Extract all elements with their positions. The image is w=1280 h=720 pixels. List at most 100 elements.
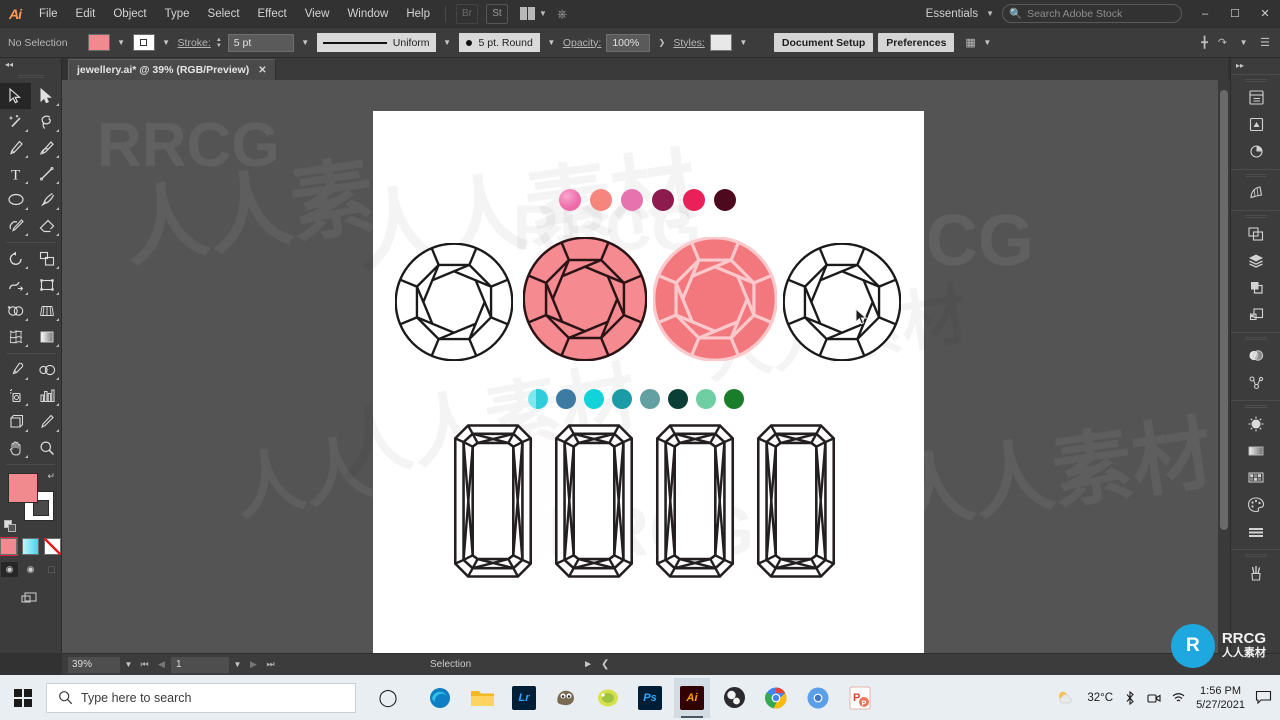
panel-group-1-grip[interactable]	[1231, 79, 1280, 82]
menu-help[interactable]: Help	[397, 0, 439, 28]
emerald-gem-3[interactable]	[655, 421, 735, 586]
fill-indicator-swatch[interactable]	[8, 473, 38, 503]
taskbar-file-explorer[interactable]	[464, 678, 500, 718]
next-artboard-icon[interactable]: ▶	[246, 659, 261, 670]
status-play-icon[interactable]: ►	[583, 659, 593, 670]
gradient-tool[interactable]	[31, 324, 62, 350]
scale-tool[interactable]	[31, 246, 62, 272]
swatches-panel-icon[interactable]	[1231, 464, 1280, 491]
taskbar-chrome[interactable]	[758, 678, 794, 718]
window-minimize-button[interactable]: –	[1190, 0, 1220, 28]
layers-panel-icon[interactable]	[1231, 247, 1280, 274]
round-gem-outline[interactable]	[394, 242, 514, 366]
panel-group-4-grip[interactable]	[1231, 337, 1280, 340]
direct-selection-tool[interactable]	[31, 83, 62, 109]
brush-chevron-down-icon[interactable]: ▼	[545, 38, 558, 47]
edit-toolbar-button[interactable]	[0, 589, 61, 605]
teal-swatch-1[interactable]	[556, 389, 576, 409]
taskbar-photoshop[interactable]: Ps	[632, 678, 668, 718]
emerald-gem-2[interactable]	[554, 421, 634, 586]
action-center-icon[interactable]	[1255, 690, 1272, 705]
taskbar-search-input[interactable]: Type here to search	[46, 682, 356, 713]
arrange-chevron-down-icon[interactable]: ▼	[539, 9, 547, 18]
eraser-tool[interactable]	[31, 213, 62, 239]
color-panel-icon[interactable]	[1231, 491, 1280, 518]
hand-tool[interactable]	[0, 435, 31, 461]
graphic-style-swatch[interactable]	[709, 34, 732, 51]
opacity-expand-icon[interactable]: ❯	[655, 38, 668, 47]
bluetooth-icon[interactable]	[1123, 690, 1137, 705]
zoom-tool[interactable]	[31, 435, 62, 461]
brush-libraries-panel-icon[interactable]	[1231, 559, 1280, 586]
pink-swatch-0[interactable]	[559, 189, 581, 211]
stroke-profile-select[interactable]: Uniform	[316, 33, 436, 52]
round-gem-pink-dark-stroke[interactable]	[522, 236, 648, 366]
teal-swatch-0[interactable]	[528, 389, 548, 409]
width-tool[interactable]	[0, 272, 31, 298]
fill-color-swatch[interactable]	[87, 34, 110, 51]
align-grid-icon[interactable]: ╋	[1201, 36, 1208, 49]
column-graph-tool[interactable]	[31, 383, 62, 409]
panel-group-3-grip[interactable]	[1231, 215, 1280, 218]
taskbar-clock[interactable]: 1:56 PM 5/27/2021	[1196, 684, 1245, 712]
panel-group-5-grip[interactable]	[1231, 405, 1280, 408]
taskbar-lightroom[interactable]: Lr	[506, 678, 542, 718]
artboard[interactable]: 人人素材 RRCG 人人素材 RRCG 人人素材	[329, 111, 972, 653]
cortana-button[interactable]: ◯	[370, 678, 406, 718]
menu-effect[interactable]: Effect	[249, 0, 296, 28]
vertical-scrollbar[interactable]	[1218, 80, 1230, 653]
teal-swatch-7[interactable]	[724, 389, 744, 409]
gradient-mode-button[interactable]	[22, 538, 39, 555]
teal-palette-row[interactable]	[528, 389, 744, 409]
toolbar-grip[interactable]	[0, 75, 61, 83]
pink-swatch-1[interactable]	[590, 189, 612, 211]
menu-view[interactable]: View	[296, 0, 339, 28]
teal-swatch-5[interactable]	[668, 389, 688, 409]
fullscreen-menu-mode-button[interactable]: ◉	[22, 562, 39, 577]
status-nav-icons[interactable]: ► ❮	[583, 659, 609, 670]
none-mode-button[interactable]	[44, 538, 61, 555]
teal-swatch-3[interactable]	[612, 389, 632, 409]
menu-window[interactable]: Window	[338, 0, 397, 28]
stroke-stepper[interactable]: ▲ ▼	[216, 37, 222, 49]
magic-wand-tool[interactable]	[0, 109, 31, 135]
emerald-gem-4[interactable]	[756, 421, 836, 586]
close-icon[interactable]: ✕	[258, 65, 266, 76]
opacity-input[interactable]: 100%	[606, 33, 651, 52]
panel-group-6-grip[interactable]	[1231, 554, 1280, 557]
previous-artboard-icon[interactable]: ◀	[154, 659, 169, 670]
curvature-tool[interactable]	[31, 135, 62, 161]
artboard-chevron-down-icon[interactable]: ▼	[231, 660, 244, 669]
profile-chevron-down-icon[interactable]: ▼	[441, 38, 454, 47]
round-gem-pink-light-stroke[interactable]	[652, 236, 778, 366]
slice-tool[interactable]	[31, 409, 62, 435]
fill-chevron-down-icon[interactable]: ▼	[115, 38, 128, 47]
panel-expand-icon[interactable]: ▸▸	[1231, 58, 1280, 74]
paintbrush-tool[interactable]	[31, 187, 62, 213]
toolbar-collapse-icon[interactable]: ◂◂	[0, 58, 61, 72]
menu-object[interactable]: Object	[104, 0, 155, 28]
menu-type[interactable]: Type	[156, 0, 199, 28]
taskbar-gimp[interactable]	[548, 678, 584, 718]
eyedropper-tool[interactable]	[0, 357, 31, 383]
teal-swatch-6[interactable]	[696, 389, 716, 409]
pink-swatch-5[interactable]	[714, 189, 736, 211]
arrange-documents-icon[interactable]	[520, 7, 535, 20]
color-guide-panel-icon[interactable]	[1231, 138, 1280, 165]
emerald-gem-1[interactable]	[453, 421, 533, 586]
taskbar-illustrator[interactable]: Ai	[674, 677, 710, 718]
canvas-area[interactable]: 人人素材 人人素材 RRCG RRCG 人人素材 人人素材 RRCG 人人素材 …	[62, 80, 1230, 653]
type-tool[interactable]: T	[0, 161, 31, 187]
default-fill-stroke-icon[interactable]	[4, 520, 17, 533]
brushes-panel-icon[interactable]	[1231, 179, 1280, 206]
menu-edit[interactable]: Edit	[67, 0, 105, 28]
properties-panel-icon[interactable]	[1231, 84, 1280, 111]
stroke-weight-chevron-down-icon[interactable]: ▼	[299, 38, 312, 47]
document-setup-button[interactable]: Document Setup	[773, 33, 874, 52]
perspective-grid-tool[interactable]	[31, 298, 62, 324]
color-mode-button[interactable]	[0, 537, 18, 556]
stroke-panel-icon[interactable]	[1231, 410, 1280, 437]
taskbar-paint[interactable]	[590, 678, 626, 718]
status-back-icon[interactable]: ❮	[601, 659, 609, 670]
taskbar-obs[interactable]	[716, 678, 752, 718]
